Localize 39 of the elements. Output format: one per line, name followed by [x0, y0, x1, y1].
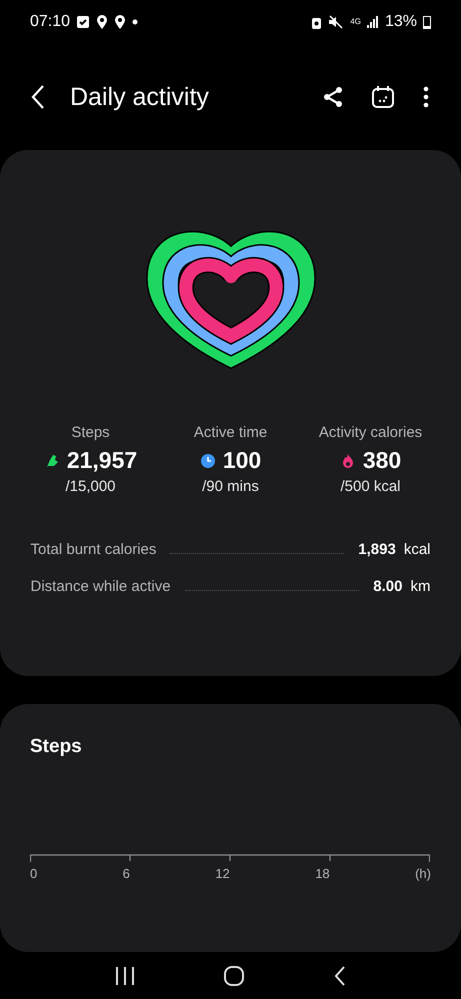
goal-target: /15,000 — [65, 478, 116, 495]
card-title: Steps — [30, 736, 83, 758]
more-icon[interactable] — [421, 85, 431, 109]
goal-label: Steps — [71, 424, 110, 441]
location-icon — [114, 15, 126, 29]
dot-icon — [132, 19, 138, 25]
recents-icon[interactable] — [114, 966, 136, 984]
axis-label: 12 — [215, 866, 230, 881]
detail-label: Distance while active — [30, 578, 171, 595]
clock-icon — [200, 452, 216, 468]
detail-unit: kcal — [404, 541, 430, 558]
goal-label: Active time — [194, 424, 268, 441]
battery-icon — [423, 15, 431, 29]
detail-value: 8.00 — [373, 578, 402, 595]
mute-icon — [328, 15, 344, 29]
detail-value: 1,893 — [358, 541, 396, 558]
status-time: 07:10 — [30, 13, 70, 31]
detail-unit: km — [410, 578, 430, 595]
goal-target: /90 mins — [202, 478, 259, 495]
goal-label: Activity calories — [318, 424, 422, 441]
goal-target: /500 kcal — [340, 478, 401, 495]
goal-value: 100 — [222, 447, 262, 474]
axis-label: (h) — [415, 866, 431, 881]
network-type: 4G — [350, 18, 361, 26]
calendar-icon[interactable] — [371, 85, 395, 109]
home-icon[interactable] — [223, 964, 246, 986]
goal-value: 380 — [362, 447, 402, 474]
share-icon[interactable] — [321, 85, 345, 109]
battery-percent: 13% — [384, 13, 417, 31]
checkbox-icon — [76, 15, 90, 29]
axis-label: 0 — [30, 866, 38, 881]
page-title: Daily activity — [70, 82, 209, 112]
signal-icon — [366, 16, 379, 28]
goal-value: 21,957 — [66, 447, 138, 474]
axis-label: 18 — [315, 866, 330, 881]
location-icon — [96, 15, 108, 29]
back-icon[interactable] — [333, 964, 348, 986]
detail-label: Total burnt calories — [30, 541, 156, 558]
axis-label: 6 — [122, 866, 130, 881]
